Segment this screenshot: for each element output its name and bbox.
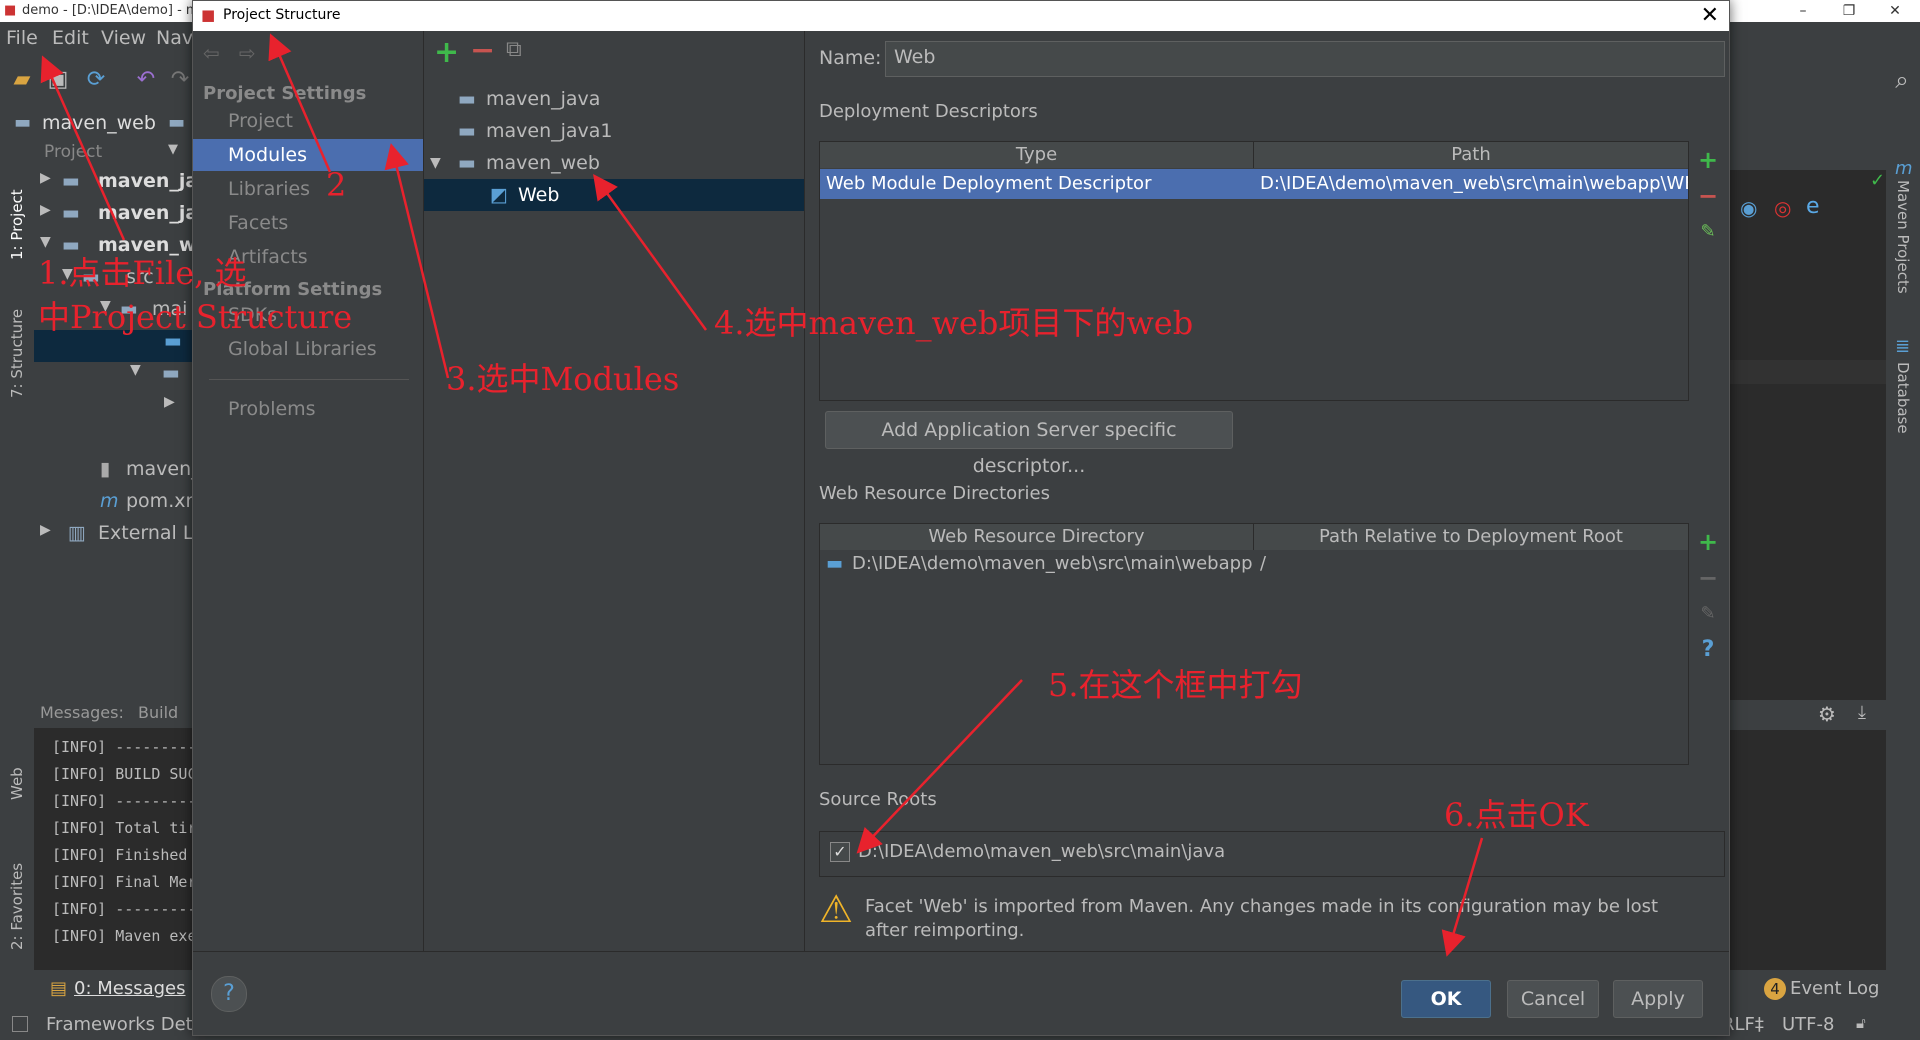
arrow-step5: [856, 679, 1023, 854]
arrow-step3: [384, 143, 450, 379]
arrow-step1: [40, 55, 126, 241]
annotation-step1-line1: 1.点击File, 选: [38, 254, 247, 292]
annotation-step4: 4.选中maven_web项目下的web: [714, 304, 1194, 342]
annotation-step1-line2: 中Project Structure: [38, 298, 353, 336]
annotation-step6: 6.点击OK: [1444, 796, 1589, 834]
arrow-step4: [593, 173, 708, 331]
annotation-step3: 3.选中Modules: [446, 360, 680, 398]
arrow-step2: [268, 33, 332, 173]
arrow-step6: [1441, 837, 1484, 957]
annotation-step5: 5.在这个框中打勾: [1048, 666, 1303, 704]
annotation-arrows: [40, 33, 1484, 957]
annotation-step2: 2: [326, 166, 347, 204]
